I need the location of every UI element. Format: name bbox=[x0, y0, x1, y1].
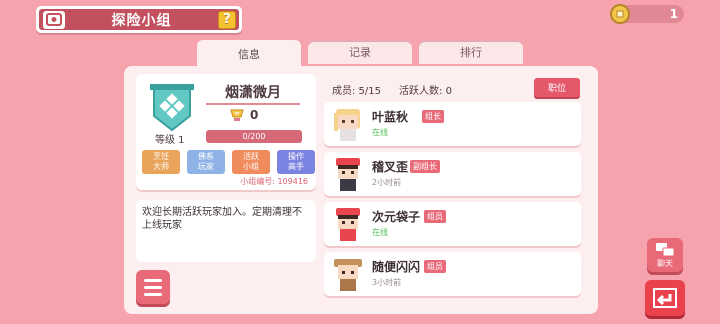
member-role-badge: 组长 bbox=[422, 110, 444, 123]
member-name: 次元袋子 bbox=[372, 210, 421, 224]
group-info-card: 烟潇微月 0 等级 1 0/200 烹饪 大师 佛系 玩家 活跃 小组 操作 高手 小组… bbox=[136, 74, 316, 190]
member-role-badge: 组员 bbox=[424, 260, 446, 273]
group-announcement: 欢迎长期活跃玩家加入。定期清理不上线玩家 bbox=[136, 200, 316, 262]
member-status: 2小时前 bbox=[372, 178, 402, 187]
member-status: 在线 bbox=[372, 128, 388, 137]
group-tags: 烹饪 大师 佛系 玩家 活跃 小组 操作 高手 bbox=[142, 150, 315, 174]
group-points: 0 bbox=[228, 108, 258, 122]
menu-icon-line bbox=[144, 285, 162, 289]
avatar bbox=[328, 105, 368, 143]
chat-label: 聊天 bbox=[657, 258, 673, 268]
chat-button[interactable]: 聊天 bbox=[647, 238, 683, 272]
tag-cooking-master: 烹饪 大师 bbox=[142, 150, 180, 174]
members-header: 成员: 5/15 活跃人数: 0 bbox=[332, 82, 452, 97]
group-icon bbox=[43, 10, 65, 29]
back-button[interactable] bbox=[645, 280, 685, 316]
coin-icon bbox=[610, 4, 630, 24]
currency-value: 1 bbox=[669, 7, 678, 21]
chat-icon bbox=[656, 242, 675, 256]
member-row[interactable]: 叶蓝秋 组长 在线 bbox=[324, 102, 581, 146]
level-progress-text: 0/200 bbox=[242, 132, 266, 141]
member-status: 在线 bbox=[372, 228, 388, 237]
tab-info[interactable]: 信息 bbox=[197, 40, 301, 68]
title-inner: 探险小组 ? bbox=[39, 9, 239, 30]
member-name: 稽叉歪 bbox=[372, 160, 409, 174]
tag-active-group: 活跃 小组 bbox=[232, 150, 270, 174]
help-button[interactable]: ? bbox=[218, 10, 236, 29]
avatar bbox=[328, 155, 368, 193]
menu-icon-line bbox=[144, 292, 162, 296]
member-role-badge: 组员 bbox=[424, 210, 446, 223]
currency-display: 1 bbox=[610, 4, 684, 24]
title-bar: 探险小组 ? bbox=[36, 6, 242, 33]
level-progress-bar: 0/200 bbox=[206, 130, 302, 143]
group-points-value: 0 bbox=[250, 108, 259, 122]
member-name: 叶蓝秋 bbox=[372, 110, 409, 124]
page-title: 探险小组 bbox=[111, 12, 172, 29]
member-row[interactable]: 次元袋子 组员 在线 bbox=[324, 202, 581, 246]
menu-icon-line bbox=[144, 278, 162, 282]
trophy-icon bbox=[230, 109, 244, 121]
group-id: 小组编号: 109416 bbox=[240, 177, 308, 186]
tab-records[interactable]: 记录 bbox=[308, 40, 412, 64]
member-role-badge: 副组长 bbox=[410, 160, 440, 173]
avatar bbox=[328, 205, 368, 243]
group-emblem-icon[interactable] bbox=[150, 82, 194, 134]
member-count: 成员: 5/15 bbox=[332, 86, 382, 97]
group-level: 等级 1 bbox=[155, 135, 185, 146]
tag-skilled-player: 操作 高手 bbox=[277, 150, 315, 174]
tab-ranking[interactable]: 排行 bbox=[419, 40, 523, 64]
role-button[interactable]: 职位 bbox=[534, 78, 580, 97]
member-row[interactable]: 随便闪闪 组员 3小时前 bbox=[324, 252, 581, 296]
member-status: 3小时前 bbox=[372, 278, 402, 287]
member-row[interactable]: 稽叉歪 副组长 2小时前 bbox=[324, 152, 581, 196]
avatar bbox=[328, 255, 368, 293]
tag-casual-player: 佛系 玩家 bbox=[187, 150, 225, 174]
group-name-underline bbox=[206, 103, 300, 105]
member-name: 随便闪闪 bbox=[372, 260, 421, 274]
group-name: 烟潇微月 bbox=[225, 85, 281, 101]
menu-button[interactable] bbox=[136, 270, 170, 304]
active-count: 活跃人数: 0 bbox=[399, 86, 452, 97]
return-icon bbox=[653, 288, 677, 308]
